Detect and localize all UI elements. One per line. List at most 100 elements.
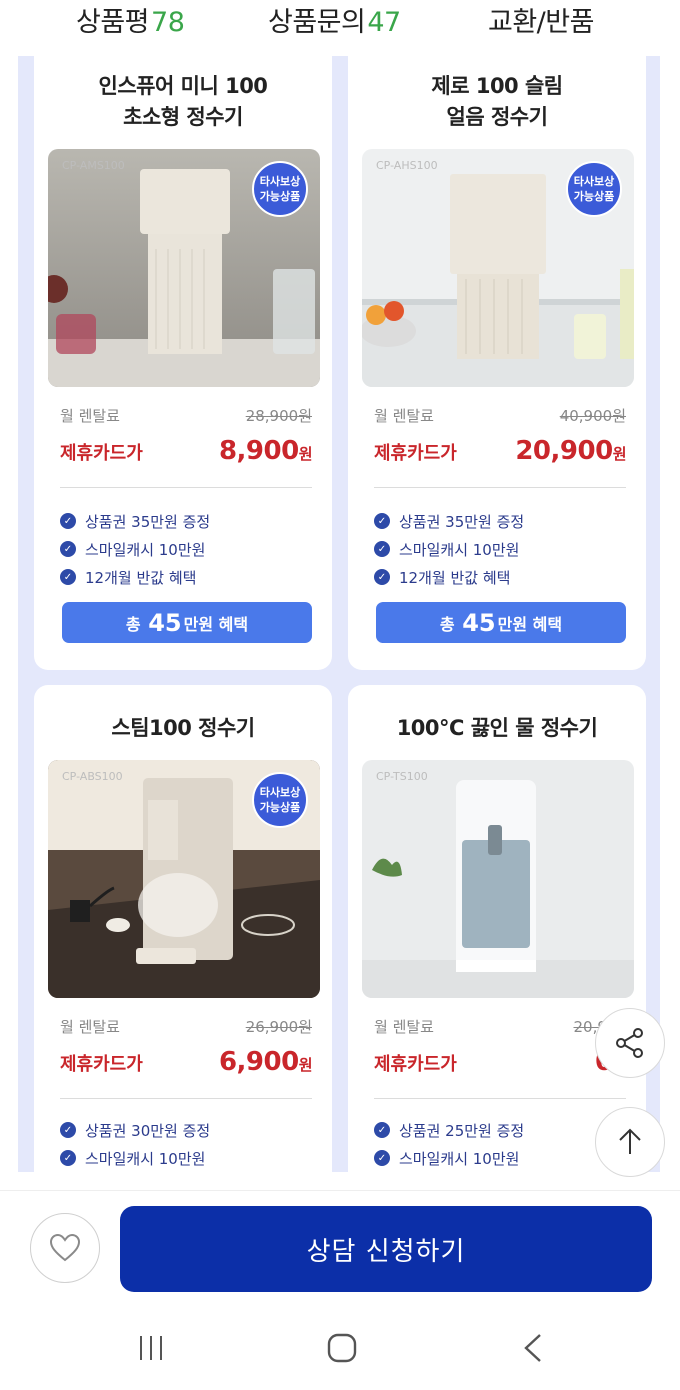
benefit-item: ✓ 12개월 반값 혜택 <box>60 563 312 591</box>
divider <box>60 1098 312 1099</box>
total-benefit-button[interactable]: 총 45 만원 혜택 <box>376 602 626 643</box>
recent-apps-button[interactable] <box>136 1332 166 1368</box>
total-amount: 45 <box>148 608 182 637</box>
check-icon: ✓ <box>374 1150 390 1166</box>
divider <box>374 1098 626 1099</box>
original-price: 26,900원 <box>245 1018 312 1036</box>
badge-line2: 가능상품 <box>259 801 301 814</box>
check-icon: ✓ <box>60 541 76 557</box>
back-icon <box>524 1334 541 1362</box>
wishlist-button[interactable] <box>30 1213 100 1283</box>
product-card[interactable]: 100°C 끓인 물 정수기 CP-TS100 월 렌탈료 20,900 <box>348 685 646 1172</box>
benefit-item: ✓ 상품권 30만원 증정 <box>60 1116 312 1144</box>
benefit-text: 스마일캐시 10만원 <box>399 540 520 559</box>
check-icon: ✓ <box>374 1122 390 1138</box>
benefit-text: 스마일캐시 10만원 <box>399 1149 520 1168</box>
benefit-text: 상품권 35만원 증정 <box>399 512 525 531</box>
share-icon <box>616 1028 643 1058</box>
card-price-row: 제휴카드가 8,900원 <box>60 436 313 466</box>
trade-in-badge: 타사보상가능상품 <box>252 772 308 828</box>
detail-tabs: 상품평78 상품문의47 교환/반품 <box>0 0 680 56</box>
consult-request-button[interactable]: 상담 신청하기 <box>120 1206 652 1292</box>
recent-apps-icon <box>140 1336 162 1360</box>
tab-reviews-count: 78 <box>151 7 185 38</box>
product-title: 스팀100 정수기 <box>34 713 332 744</box>
model-code: CP-ABS100 <box>62 770 123 783</box>
model-code: CP-AHS100 <box>376 159 438 172</box>
product-card[interactable]: 인스퓨어 미니 100 초소형 정수기 CP-AMS100 타사보상 가능상품 … <box>34 56 332 670</box>
card-price-label: 제휴카드가 <box>374 443 457 464</box>
badge-line2: 가능상품 <box>259 190 301 203</box>
product-image[interactable]: CP-AMS100 타사보상 가능상품 <box>48 149 320 387</box>
benefit-text: 상품권 35만원 증정 <box>85 512 211 531</box>
boiling-purifier-photo <box>362 760 634 998</box>
home-icon <box>327 1333 357 1363</box>
badge-line1: 타사보상 <box>259 175 301 188</box>
benefit-item: ✓ 스마일캐시 10만원 <box>374 1144 626 1172</box>
tab-inquiry[interactable]: 상품문의47 <box>268 0 401 39</box>
product-title: 100°C 끓인 물 정수기 <box>348 713 646 744</box>
check-icon: ✓ <box>60 569 76 585</box>
total-benefit-button[interactable]: 총 45 만원 혜택 <box>62 602 312 643</box>
benefit-item: ✓ 상품권 35만원 증정 <box>374 507 626 535</box>
benefit-text: 12개월 반값 혜택 <box>399 568 511 587</box>
total-suffix: 만원 혜택 <box>497 614 563 634</box>
model-code: CP-TS100 <box>376 770 428 783</box>
product-card[interactable]: 제로 100 슬림 얼음 정수기 CP-AHS100 타사보상 가능상품 월 렌… <box>348 56 646 670</box>
check-icon: ✓ <box>374 541 390 557</box>
won-unit: 원 <box>612 445 627 463</box>
product-grid: 인스퓨어 미니 100 초소형 정수기 CP-AMS100 타사보상 가능상품 … <box>18 56 660 1172</box>
benefit-list: ✓ 상품권 35만원 증정 ✓ 스마일캐시 10만원 ✓ 12개월 반값 혜택 <box>60 507 312 591</box>
benefit-text: 12개월 반값 혜택 <box>85 568 197 587</box>
benefit-text: 스마일캐시 10만원 <box>85 1149 206 1168</box>
badge-line1: 타사보상 <box>259 786 301 799</box>
card-price-label: 제휴카드가 <box>60 1054 143 1075</box>
scroll-top-button[interactable] <box>595 1107 665 1177</box>
share-button[interactable] <box>595 1008 665 1078</box>
tab-return[interactable]: 교환/반품 <box>488 0 594 39</box>
card-price-amount: 8,900 <box>218 436 299 466</box>
monthly-rental-row: 월 렌탈료 20,900 <box>374 1016 626 1037</box>
product-image[interactable]: CP-ABS100 타사보상가능상품 <box>48 760 320 998</box>
benefit-item: ✓ 스마일캐시 10만원 <box>374 535 626 563</box>
product-title-line1: 100°C 끓인 물 정수기 <box>396 716 598 740</box>
card-price-row: 제휴카드가 20,900원 <box>374 436 627 466</box>
system-navigation-bar <box>0 1310 680 1390</box>
card-price-value: 6,900원 <box>218 1047 313 1077</box>
bottom-action-bar: 상담 신청하기 <box>0 1190 680 1310</box>
benefit-item: ✓ 스마일캐시 10만원 <box>60 535 312 563</box>
product-title: 제로 100 슬림 얼음 정수기 <box>348 71 646 133</box>
total-amount: 45 <box>462 608 496 637</box>
product-title-line2: 얼음 정수기 <box>446 105 548 129</box>
check-icon: ✓ <box>374 513 390 529</box>
benefit-item: ✓ 상품권 35만원 증정 <box>60 507 312 535</box>
monthly-rental-row: 월 렌탈료 40,900원 <box>374 405 626 426</box>
card-price-label: 제휴카드가 <box>374 1054 457 1075</box>
tab-inquiry-label: 상품문의 <box>268 7 366 38</box>
tab-reviews-label: 상품평 <box>76 7 150 38</box>
tab-reviews[interactable]: 상품평78 <box>76 0 185 39</box>
won-unit: 원 <box>298 1056 313 1074</box>
benefit-list: ✓ 상품권 25만원 증정 ✓ 스마일캐시 10만원 <box>374 1116 626 1172</box>
product-card[interactable]: 스팀100 정수기 CP-ABS100 타사보상 가능상품 월 렌탈료 26,9… <box>34 685 332 1172</box>
total-prefix: 총 <box>439 614 455 634</box>
check-icon: ✓ <box>60 513 76 529</box>
back-button[interactable] <box>520 1332 546 1368</box>
check-icon: ✓ <box>60 1122 76 1138</box>
product-title-line2: 초소형 정수기 <box>123 105 243 129</box>
tab-return-label: 교환/반품 <box>488 7 594 38</box>
original-price: 40,900원 <box>559 407 626 425</box>
monthly-rental-row: 월 렌탈료 28,900원 <box>60 405 312 426</box>
tab-inquiry-count: 47 <box>367 7 401 38</box>
product-title-line1: 스팀100 정수기 <box>111 716 255 740</box>
card-price-amount: 6,900 <box>218 1047 299 1077</box>
benefit-text: 상품권 25만원 증정 <box>399 1121 525 1140</box>
product-image[interactable]: CP-AHS100 타사보상 가능상품 <box>362 149 634 387</box>
check-icon: ✓ <box>60 1150 76 1166</box>
benefit-item: ✓ 스마일캐시 10만원 <box>60 1144 312 1172</box>
monthly-rental-label: 월 렌탈료 <box>374 407 434 425</box>
card-price-row: 제휴카드가 0원 <box>374 1047 627 1077</box>
divider <box>374 487 626 488</box>
product-image[interactable]: CP-TS100 <box>362 760 634 998</box>
home-button[interactable] <box>326 1332 358 1368</box>
